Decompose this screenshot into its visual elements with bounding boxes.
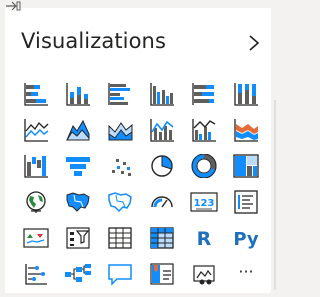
gauge-icon[interactable]: [141, 184, 183, 220]
decomposition-tree-icon[interactable]: [57, 256, 99, 292]
funnel-chart-icon[interactable]: [57, 148, 99, 184]
table-icon[interactable]: [99, 220, 141, 256]
chevron-right-icon[interactable]: [245, 32, 263, 54]
pane-title: Visualizations: [21, 29, 166, 53]
r-script-visual-icon[interactable]: R: [183, 220, 225, 256]
100-stacked-column-chart-icon[interactable]: [225, 76, 267, 112]
python-visual-icon[interactable]: Py: [225, 220, 267, 256]
line-and-stacked-column-chart-icon[interactable]: [141, 112, 183, 148]
100-stacked-bar-chart-icon[interactable]: [183, 76, 225, 112]
card-icon[interactable]: 123: [183, 184, 225, 220]
smart-narrative-icon[interactable]: [141, 256, 183, 292]
more-visuals-icon[interactable]: ···: [225, 256, 267, 292]
more-visuals-label: ···: [238, 262, 253, 281]
filled-map-icon[interactable]: [57, 184, 99, 220]
line-and-clustered-column-chart-icon[interactable]: [183, 112, 225, 148]
python-visual-label: Py: [233, 229, 259, 250]
pie-chart-icon[interactable]: [141, 148, 183, 184]
stacked-area-chart-icon[interactable]: [99, 112, 141, 148]
key-influencers-icon[interactable]: [15, 256, 57, 292]
scatter-chart-icon[interactable]: [99, 148, 141, 184]
clustered-column-chart-icon[interactable]: [141, 76, 183, 112]
stacked-column-chart-icon[interactable]: [57, 76, 99, 112]
donut-chart-icon[interactable]: [183, 148, 225, 184]
stacked-bar-chart-icon[interactable]: [15, 76, 57, 112]
ribbon-chart-icon[interactable]: [225, 112, 267, 148]
paginated-report-icon[interactable]: [183, 256, 225, 292]
slicer-icon[interactable]: [57, 220, 99, 256]
pane-divider: [274, 100, 276, 290]
card-icon-label: 123: [194, 198, 215, 209]
matrix-icon[interactable]: [141, 220, 183, 256]
multi-row-card-icon[interactable]: [225, 184, 267, 220]
visual-icon-grid: 123 R Py ···: [15, 76, 267, 292]
shape-map-icon[interactable]: [99, 184, 141, 220]
area-chart-icon[interactable]: [57, 112, 99, 148]
line-chart-icon[interactable]: [15, 112, 57, 148]
treemap-icon[interactable]: [225, 148, 267, 184]
waterfall-chart-icon[interactable]: [15, 148, 57, 184]
qa-icon[interactable]: [99, 256, 141, 292]
kpi-icon[interactable]: [15, 220, 57, 256]
r-visual-label: R: [197, 228, 212, 250]
visualizations-pane: Visualizations 123 R Py ···: [5, 1, 271, 293]
clustered-bar-chart-icon[interactable]: [99, 76, 141, 112]
map-icon[interactable]: [15, 184, 57, 220]
expand-icon[interactable]: [5, 0, 25, 14]
